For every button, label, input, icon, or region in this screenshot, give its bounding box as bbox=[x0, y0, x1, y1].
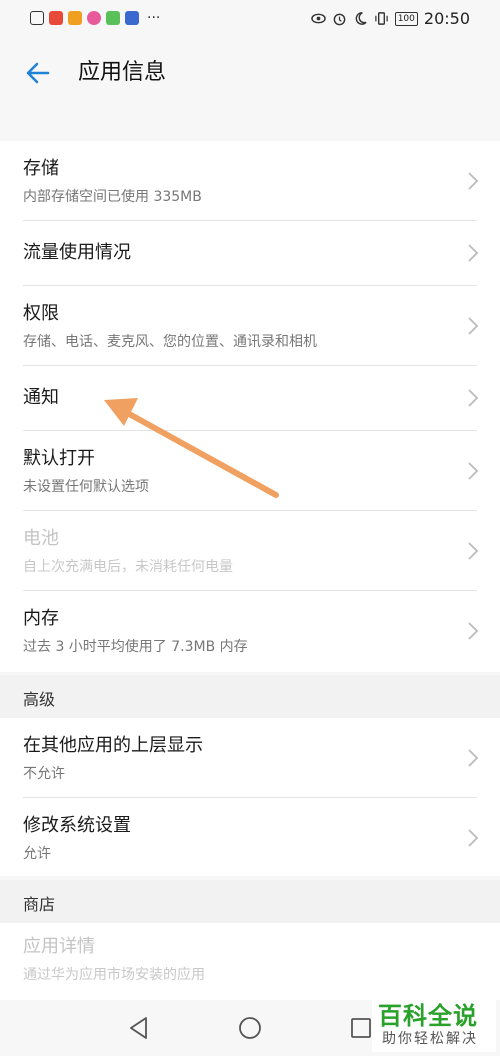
list-item-open-by-default[interactable]: 默认打开 未设置任何默认选项 bbox=[23, 431, 479, 511]
chevron-right-icon bbox=[468, 622, 479, 640]
item-subtitle: 不允许 bbox=[23, 766, 65, 782]
notification-icons: ··· bbox=[30, 11, 160, 25]
app-icon bbox=[125, 11, 139, 25]
item-subtitle: 自上次充满电后，未消耗任何电量 bbox=[23, 559, 233, 575]
list-item-permissions[interactable]: 权限 存储、电话、麦克风、您的位置、通讯录和相机 bbox=[23, 286, 479, 366]
item-title: 通知 bbox=[23, 387, 59, 408]
chevron-right-icon bbox=[468, 244, 479, 262]
app-bar: 应用信息 bbox=[0, 40, 500, 106]
app-icon bbox=[106, 11, 120, 25]
item-subtitle: 通过华为应用市场安装的应用 bbox=[23, 967, 205, 983]
arrow-left-icon[interactable] bbox=[22, 57, 54, 89]
item-subtitle: 允许 bbox=[23, 846, 51, 862]
list-item-notifications[interactable]: 通知 bbox=[23, 366, 479, 431]
list-item-display-over-apps[interactable]: 在其他应用的上层显示 不允许 bbox=[23, 718, 479, 798]
item-title: 流量使用情况 bbox=[23, 242, 131, 263]
battery-icon: 100 bbox=[394, 11, 418, 26]
page-title: 应用信息 bbox=[78, 60, 167, 85]
section-title: 商店 bbox=[23, 895, 56, 914]
system-icons: 100 20:50 bbox=[310, 9, 470, 28]
item-subtitle: 未设置任何默认选项 bbox=[23, 479, 149, 495]
item-title: 在其他应用的上层显示 bbox=[23, 735, 203, 756]
item-title: 修改系统设置 bbox=[23, 815, 131, 836]
item-title: 电池 bbox=[23, 528, 59, 549]
alarm-icon bbox=[333, 13, 346, 26]
app-icon bbox=[87, 11, 101, 25]
item-subtitle: 内部存储空间已使用 335MB bbox=[23, 189, 202, 205]
eye-icon bbox=[310, 13, 326, 24]
advanced-list: 在其他应用的上层显示 不允许 修改系统设置 允许 bbox=[0, 718, 500, 876]
list-item-memory[interactable]: 内存 过去 3 小时平均使用了 7.3MB 内存 bbox=[23, 591, 479, 671]
item-title: 内存 bbox=[23, 608, 59, 629]
watermark-title: 百科全说 bbox=[378, 1002, 478, 1030]
item-subtitle: 过去 3 小时平均使用了 7.3MB 内存 bbox=[23, 639, 248, 655]
back-triangle-icon[interactable] bbox=[128, 1016, 150, 1040]
list-item-battery: 电池 自上次充满电后，未消耗任何电量 bbox=[23, 511, 479, 591]
chevron-right-icon bbox=[468, 541, 479, 560]
item-title: 应用详情 bbox=[23, 936, 95, 957]
list-item-storage[interactable]: 存储 内部存储空间已使用 335MB bbox=[23, 141, 479, 221]
item-title: 默认打开 bbox=[23, 448, 95, 469]
item-title: 存储 bbox=[23, 158, 59, 179]
list-item-modify-system-settings[interactable]: 修改系统设置 允许 bbox=[23, 798, 479, 878]
more-icon: ··· bbox=[147, 10, 161, 26]
alert-icon bbox=[30, 11, 44, 25]
watermark-logo: 百科全说 助你轻松解决 bbox=[372, 994, 496, 1052]
home-circle-icon[interactable] bbox=[238, 1016, 262, 1040]
app-icon bbox=[49, 11, 63, 25]
settings-list: 存储 内部存储空间已使用 335MB 流量使用情况 权限 存储、电话、麦克风、您… bbox=[0, 141, 500, 672]
item-title: 权限 bbox=[23, 303, 59, 324]
app-icon bbox=[68, 11, 82, 25]
item-subtitle: 存储、电话、麦克风、您的位置、通讯录和相机 bbox=[23, 334, 317, 350]
section-title: 高级 bbox=[23, 690, 56, 709]
chevron-right-icon bbox=[468, 748, 479, 767]
chevron-right-icon bbox=[468, 461, 479, 480]
vibrate-icon bbox=[374, 12, 388, 25]
list-item-data-usage[interactable]: 流量使用情况 bbox=[23, 221, 479, 286]
status-bar: ··· 100 20:50 bbox=[0, 0, 500, 40]
chevron-right-icon bbox=[468, 389, 479, 407]
chevron-right-icon bbox=[468, 829, 479, 847]
section-header-store: 商店 bbox=[0, 880, 500, 923]
watermark-subtitle: 助你轻松解决 bbox=[382, 1031, 478, 1047]
clock: 20:50 bbox=[423, 9, 470, 28]
list-item-app-details: 应用详情 通过华为应用市场安装的应用 bbox=[23, 923, 477, 1000]
section-header-advanced: 高级 bbox=[0, 675, 500, 718]
store-list: 应用详情 通过华为应用市场安装的应用 bbox=[0, 923, 500, 1000]
moon-icon bbox=[355, 12, 367, 25]
chevron-right-icon bbox=[468, 171, 479, 190]
chevron-right-icon bbox=[468, 316, 479, 335]
recents-square-icon[interactable] bbox=[350, 1017, 372, 1039]
